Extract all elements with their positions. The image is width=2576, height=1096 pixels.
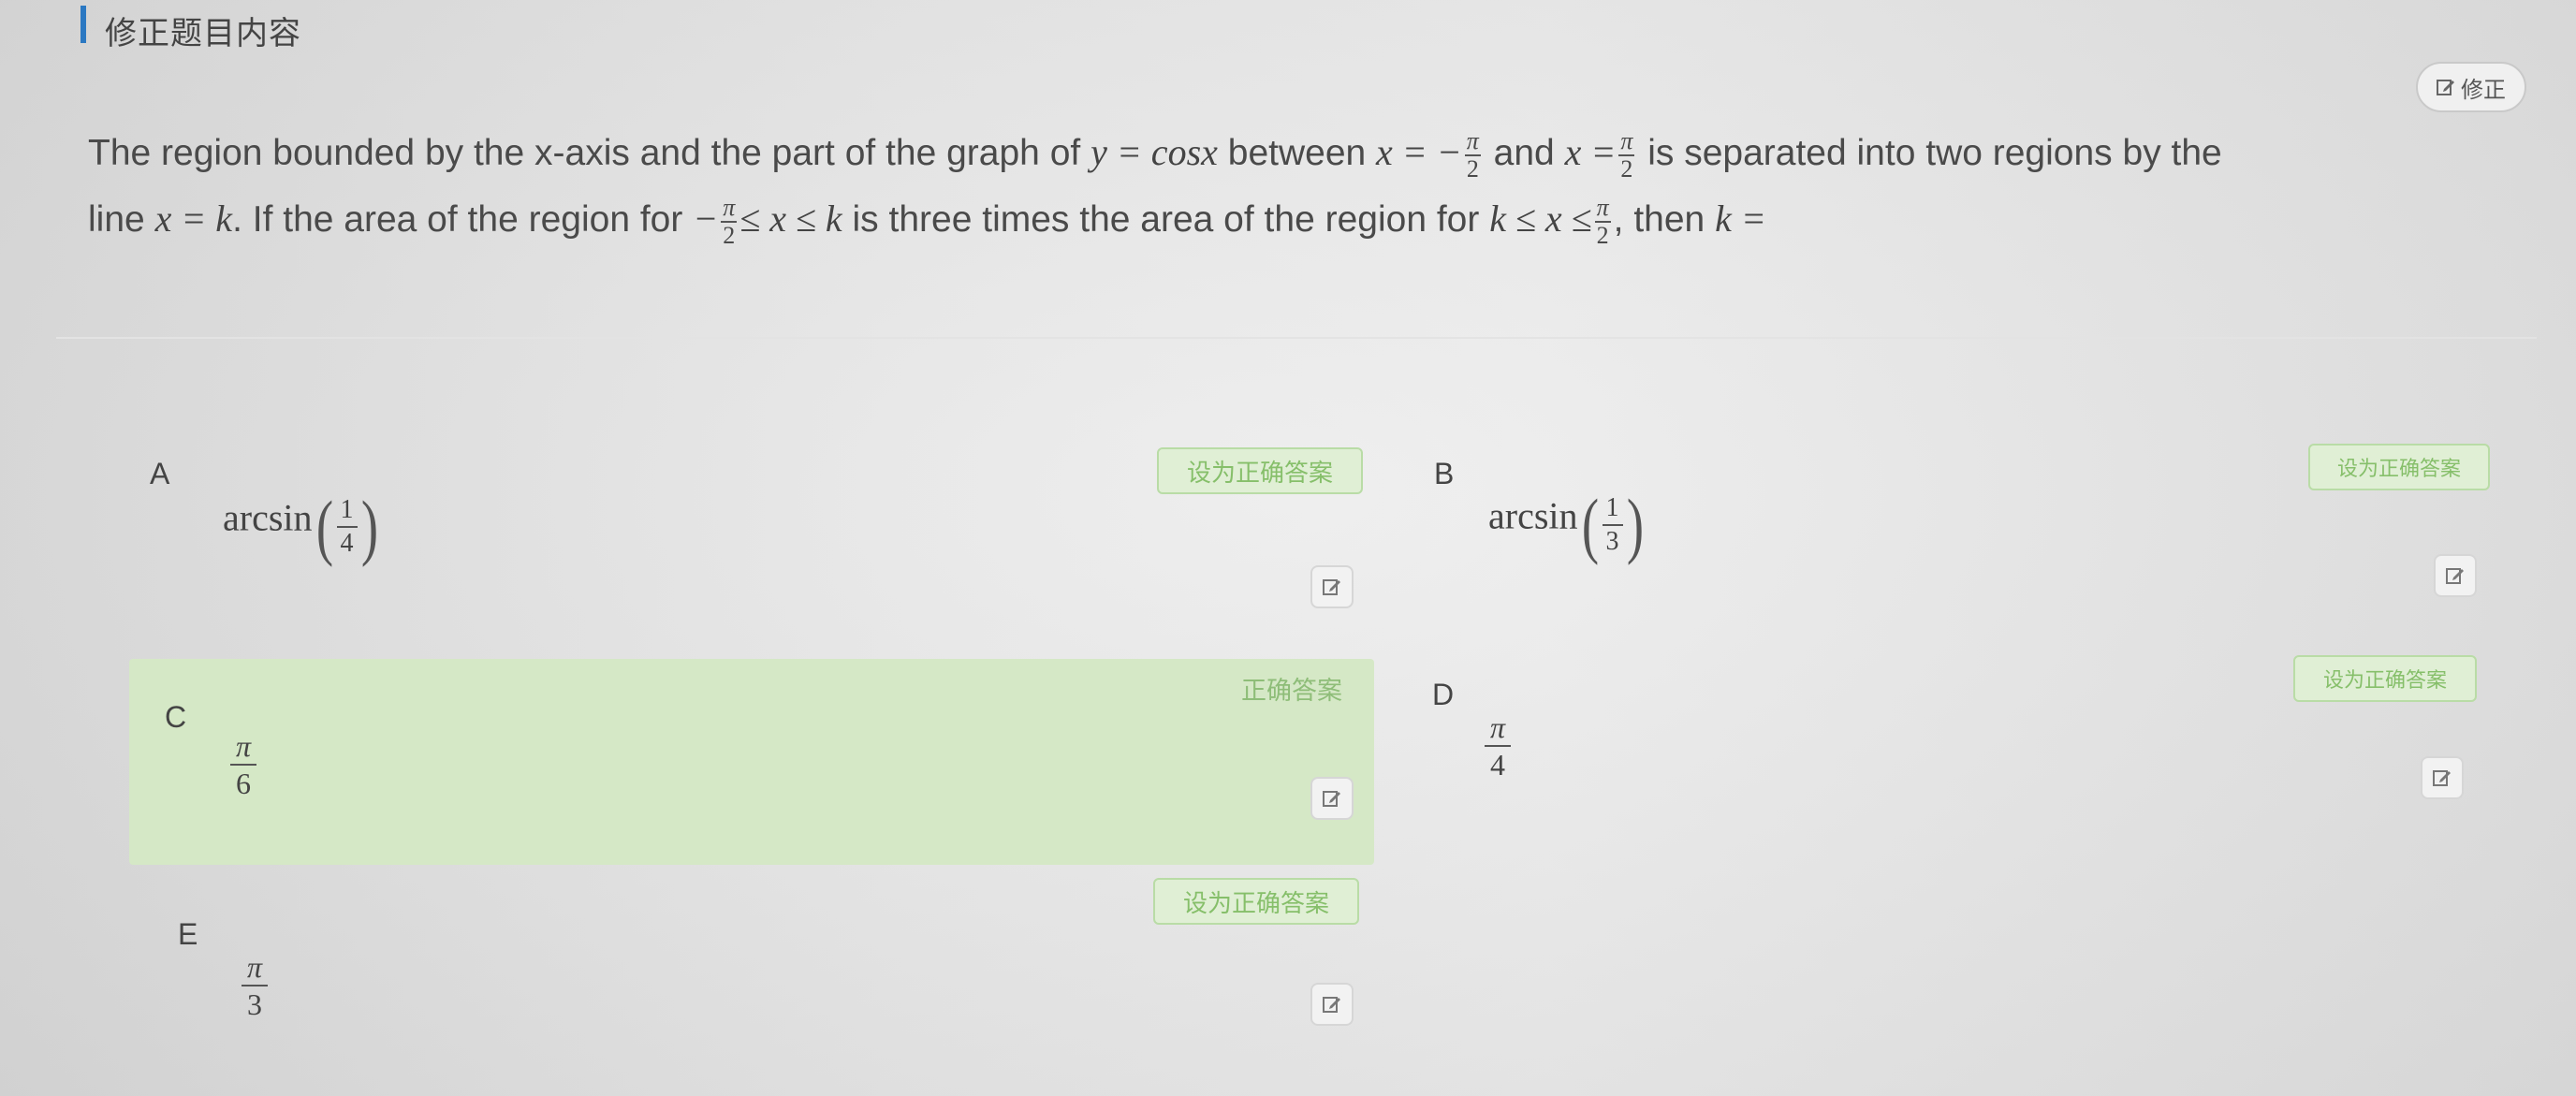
question-segment: between [1227, 133, 1367, 173]
option-letter: C [165, 700, 187, 734]
math-ineq-2: k ≤ x ≤ [1489, 197, 1592, 240]
frac-pi-2: π2 [1594, 193, 1611, 249]
fix-button[interactable]: 修正 [2416, 62, 2526, 112]
question-segment: . If the area of the region for [232, 199, 683, 240]
frac-pi-2: π2 [1618, 126, 1635, 183]
section-title: 修正题目内容 [105, 16, 301, 51]
question-text: The region bounded by the x-axis and the… [88, 120, 2531, 253]
edit-icon [1323, 789, 1341, 808]
question-segment: and [1493, 133, 1555, 173]
edit-icon [2446, 566, 2465, 585]
edit-button[interactable] [1310, 983, 1354, 1026]
fix-button-label: 修正 [2461, 77, 2506, 103]
option-value: π4 [1485, 709, 1511, 782]
edit-button[interactable] [2421, 756, 2464, 799]
math-x-upper: x = [1564, 131, 1617, 173]
math-line: x = k [154, 197, 233, 240]
option-value: arcsin(1 4) [223, 486, 378, 567]
section-accent-bar [80, 6, 86, 43]
set-correct-button[interactable]: 设为正确答案 [1157, 447, 1363, 494]
edit-button[interactable] [1310, 565, 1354, 608]
math-ineq-1: ≤ x ≤ k [739, 197, 842, 240]
option-value: π6 [230, 728, 256, 801]
correct-highlight [129, 659, 1374, 865]
set-correct-button[interactable]: 设为正确答案 [2308, 444, 2490, 490]
frac-pi-2: π2 [721, 193, 738, 249]
edit-icon [2433, 768, 2452, 787]
edit-icon [2437, 78, 2455, 96]
option-letter: A [150, 457, 170, 490]
math-neg: − [693, 197, 719, 240]
correct-answer-label: 正确答案 [1241, 677, 1342, 705]
question-segment: , then [1613, 199, 1705, 240]
question-segment: line [88, 199, 145, 240]
divider [56, 337, 2537, 339]
set-correct-button[interactable]: 设为正确答案 [2293, 655, 2477, 702]
edit-button[interactable] [2434, 554, 2477, 597]
question-segment: is separated into two regions by the [1647, 133, 2222, 173]
question-segment: is three times the area of the region fo… [852, 199, 1480, 240]
frac-pi-2: π2 [1464, 126, 1481, 183]
edit-icon [1323, 995, 1341, 1014]
option-letter: D [1432, 678, 1455, 711]
option-value: π3 [242, 949, 268, 1022]
math-answer: k = [1715, 197, 1766, 240]
math-x-lower: x = − [1376, 131, 1462, 173]
option-letter: E [178, 917, 198, 951]
edit-button[interactable] [1310, 777, 1354, 820]
math-cos: y = cosx [1090, 131, 1218, 173]
option-letter: B [1434, 457, 1455, 490]
question-segment: The region bounded by the x-axis and the… [88, 133, 1081, 173]
edit-icon [1323, 577, 1341, 596]
option-value: arcsin(1 3) [1488, 484, 1644, 565]
set-correct-button[interactable]: 设为正确答案 [1153, 878, 1359, 925]
